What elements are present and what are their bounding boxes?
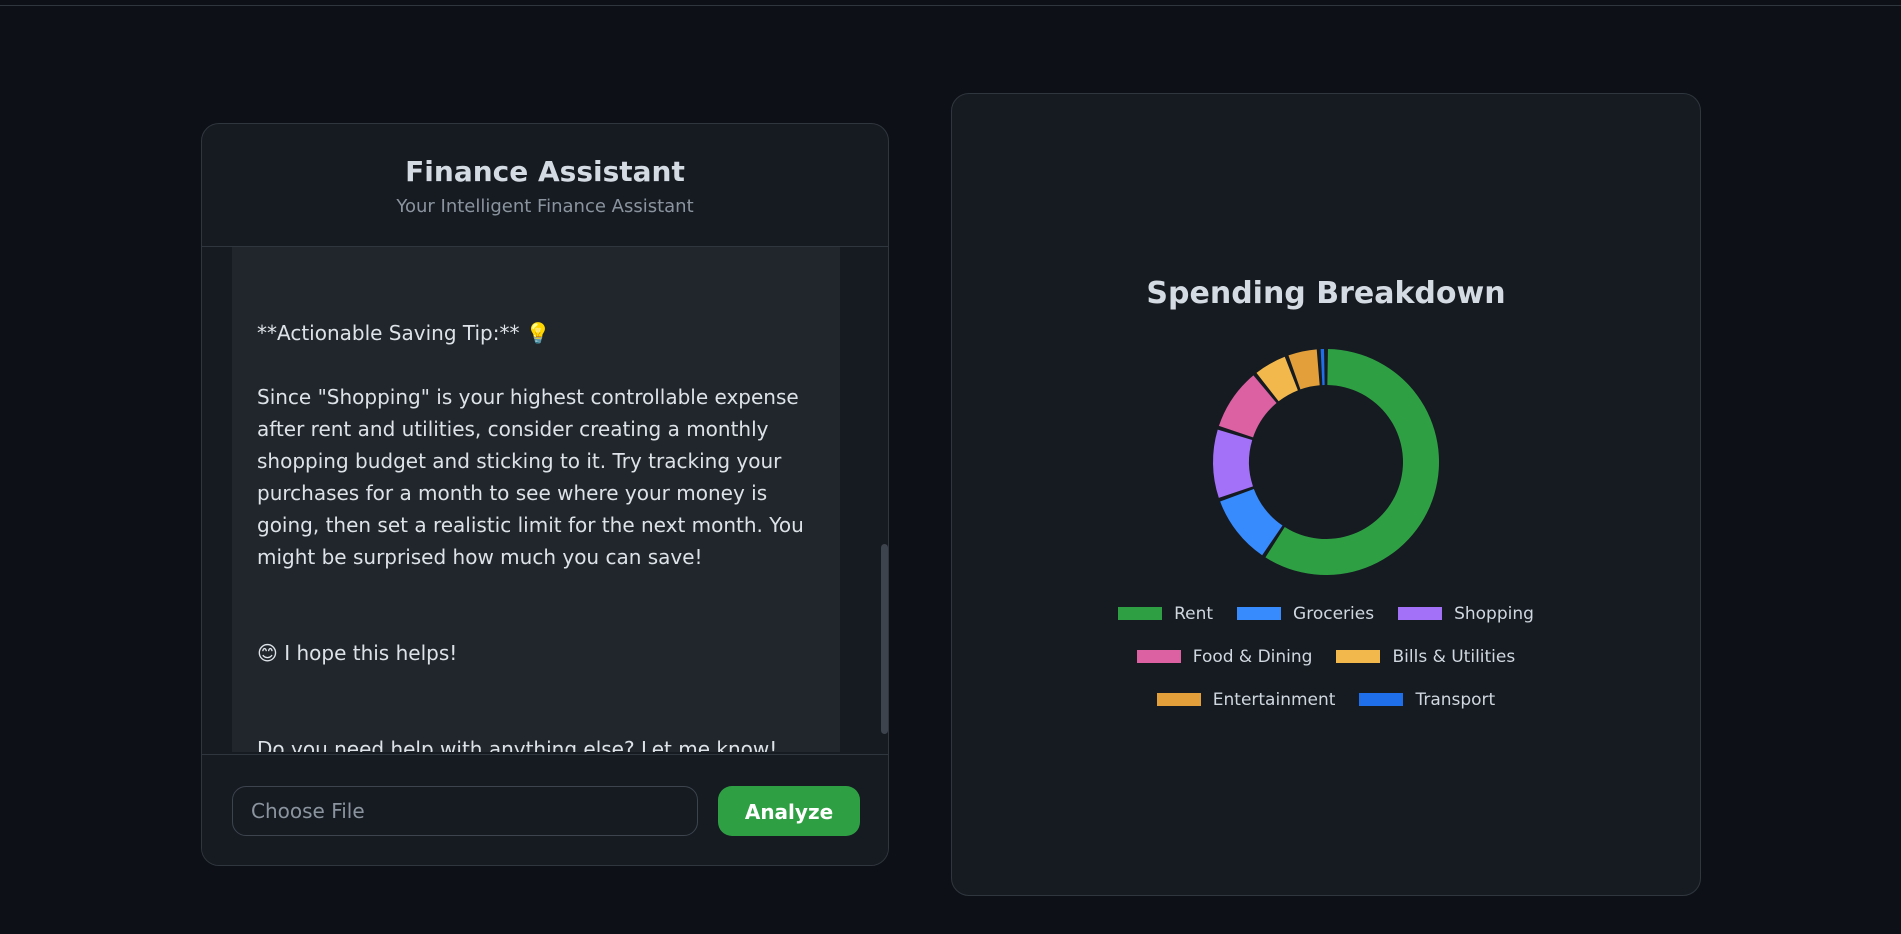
chat-panel: Finance Assistant Your Intelligent Finan… [201, 123, 889, 866]
legend-swatch [1156, 693, 1201, 706]
legend-label: Transport [1415, 689, 1496, 710]
tip-text: Since "Shopping" is your highest control… [257, 385, 804, 569]
assistant-message: **Actionable Saving Tip:** 💡 Since "Shop… [232, 247, 840, 752]
tip-heading: **Actionable Saving Tip:** 💡 [257, 321, 551, 345]
legend-swatch [1336, 650, 1381, 663]
legend-label: Food & Dining [1192, 646, 1313, 667]
chart-legend: Rent Groceries Shopping Food & Dining Bills … [952, 592, 1700, 721]
donut-slice-groceries[interactable] [1220, 488, 1283, 556]
chat-scrollbar[interactable] [881, 544, 888, 734]
legend-item-groceries[interactable]: Groceries [1237, 604, 1374, 624]
chat-messages[interactable]: **Actionable Saving Tip:** 💡 Since "Shop… [202, 247, 888, 752]
hope-text: 😊 I hope this helps! [257, 641, 458, 665]
legend-item-rent[interactable]: Rent [1118, 604, 1213, 624]
legend-swatch [1237, 607, 1282, 620]
legend-item-shopping[interactable]: Shopping [1398, 604, 1534, 624]
chat-footer: Choose File Analyze [202, 754, 888, 865]
legend-swatch [1136, 650, 1181, 663]
chat-title: Finance Assistant [405, 155, 685, 188]
donut-slice-shopping[interactable] [1213, 429, 1253, 498]
legend-row: Entertainment Transport [952, 678, 1700, 721]
legend-label: Groceries [1293, 603, 1375, 624]
donut-slice-transport[interactable] [1320, 349, 1325, 386]
legend-swatch [1118, 607, 1163, 620]
analyze-button[interactable]: Analyze [718, 786, 860, 836]
legend-swatch [1398, 607, 1443, 620]
legend-item-transport[interactable]: Transport [1359, 690, 1495, 710]
legend-item-food-dining[interactable]: Food & Dining [1136, 646, 1313, 667]
legend-swatch [1359, 693, 1404, 706]
legend-label: Shopping [1454, 603, 1534, 624]
file-input[interactable]: Choose File [232, 786, 698, 836]
legend-label: Entertainment [1212, 689, 1336, 710]
chat-subtitle: Your Intelligent Finance Assistant [396, 196, 694, 217]
legend-item-bills-utilities[interactable]: Bills & Utilities [1336, 647, 1515, 667]
chart-title: Spending Breakdown [1146, 276, 1506, 311]
legend-label: Rent [1174, 603, 1214, 624]
closing-text: Do you need help with anything else? Let… [257, 737, 778, 752]
spending-donut-chart [1213, 349, 1439, 575]
legend-label: Bills & Utilities [1392, 646, 1516, 667]
legend-item-entertainment[interactable]: Entertainment [1156, 689, 1336, 710]
chat-header: Finance Assistant Your Intelligent Finan… [202, 124, 888, 247]
top-border [0, 0, 1901, 6]
legend-row: Rent Groceries Shopping [952, 592, 1700, 635]
chart-panel: Spending Breakdown Rent Groceries Shopping… [951, 93, 1701, 896]
legend-row: Food & Dining Bills & Utilities [952, 635, 1700, 678]
